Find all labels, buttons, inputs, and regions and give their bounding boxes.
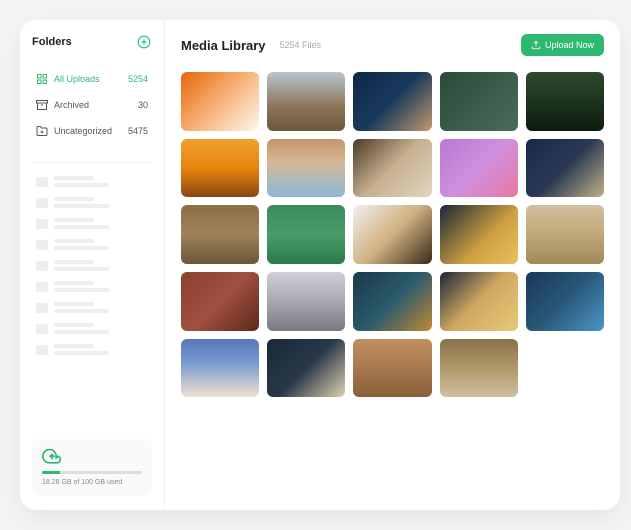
folder-count: 5254 bbox=[128, 74, 148, 84]
upload-label: Upload Now bbox=[545, 40, 594, 50]
skeleton-folder-item bbox=[32, 318, 152, 339]
file-count: 5254 Files bbox=[280, 40, 322, 50]
thumbnail[interactable] bbox=[440, 139, 518, 198]
thumbnail[interactable] bbox=[181, 205, 259, 264]
thumbnail[interactable] bbox=[267, 205, 345, 264]
thumbnail[interactable] bbox=[440, 272, 518, 331]
thumbnail-grid bbox=[181, 72, 604, 397]
thumbnail[interactable] bbox=[353, 339, 431, 398]
plus-circle-icon bbox=[137, 35, 151, 49]
folder-count: 30 bbox=[138, 100, 148, 110]
thumbnail[interactable] bbox=[440, 72, 518, 131]
thumbnail[interactable] bbox=[181, 272, 259, 331]
thumbnail[interactable] bbox=[267, 272, 345, 331]
skeleton-folder-item bbox=[32, 192, 152, 213]
skeleton-folder-item bbox=[32, 234, 152, 255]
thumbnail[interactable] bbox=[181, 339, 259, 398]
skeleton-folder-item bbox=[32, 171, 152, 192]
divider bbox=[32, 162, 152, 163]
sidebar-title: Folders bbox=[32, 36, 72, 48]
skeleton-folder-item bbox=[32, 297, 152, 318]
grid-icon bbox=[36, 73, 48, 85]
sidebar-item-archived[interactable]: Archived 30 bbox=[32, 92, 152, 118]
thumbnail[interactable] bbox=[181, 72, 259, 131]
storage-widget: 18.28 GB of 100 GB used bbox=[32, 439, 152, 496]
skeleton-folder-item bbox=[32, 276, 152, 297]
folder-count: 5475 bbox=[128, 126, 148, 136]
main-content: Media Library 5254 Files Upload Now bbox=[165, 20, 620, 510]
thumbnail[interactable] bbox=[267, 139, 345, 198]
thumbnail[interactable] bbox=[353, 72, 431, 131]
thumbnail[interactable] bbox=[353, 139, 431, 198]
sidebar-header: Folders bbox=[32, 34, 152, 50]
cloud-icon bbox=[42, 449, 62, 465]
page-title: Media Library bbox=[181, 38, 266, 53]
thumbnail[interactable] bbox=[440, 339, 518, 398]
storage-text: 18.28 GB of 100 GB used bbox=[42, 479, 142, 486]
skeleton-folder-item bbox=[32, 213, 152, 234]
folder-label: Archived bbox=[54, 100, 89, 110]
thumbnail[interactable] bbox=[267, 72, 345, 131]
thumbnail[interactable] bbox=[526, 139, 604, 198]
upload-button[interactable]: Upload Now bbox=[521, 34, 604, 56]
sidebar-item-uncategorized[interactable]: Uncategorized 5475 bbox=[32, 118, 152, 144]
folder-label: All Uploads bbox=[54, 74, 100, 84]
thumbnail[interactable] bbox=[526, 272, 604, 331]
thumbnail[interactable] bbox=[181, 139, 259, 198]
folder-list: All Uploads 5254 Archived 30 Uncategorized 54… bbox=[32, 66, 152, 144]
folder-plus-icon bbox=[36, 125, 48, 137]
skeleton-folder-list bbox=[32, 171, 152, 439]
skeleton-folder-item bbox=[32, 339, 152, 360]
app-container: Folders All Uploads 5254 Archived 30 Uncateg… bbox=[20, 20, 620, 510]
archive-icon bbox=[36, 99, 48, 111]
storage-fill bbox=[42, 471, 60, 474]
thumbnail[interactable] bbox=[526, 205, 604, 264]
thumbnail[interactable] bbox=[440, 205, 518, 264]
add-folder-button[interactable] bbox=[136, 34, 152, 50]
storage-bar bbox=[42, 471, 142, 474]
upload-icon bbox=[531, 40, 541, 50]
thumbnail[interactable] bbox=[353, 272, 431, 331]
title-group: Media Library 5254 Files bbox=[181, 38, 321, 53]
thumbnail[interactable] bbox=[267, 339, 345, 398]
thumbnail[interactable] bbox=[353, 205, 431, 264]
sidebar: Folders All Uploads 5254 Archived 30 Uncateg… bbox=[20, 20, 165, 510]
thumbnail[interactable] bbox=[526, 72, 604, 131]
folder-label: Uncategorized bbox=[54, 126, 112, 136]
sidebar-item-all-uploads[interactable]: All Uploads 5254 bbox=[32, 66, 152, 92]
main-header: Media Library 5254 Files Upload Now bbox=[181, 34, 604, 56]
skeleton-folder-item bbox=[32, 255, 152, 276]
